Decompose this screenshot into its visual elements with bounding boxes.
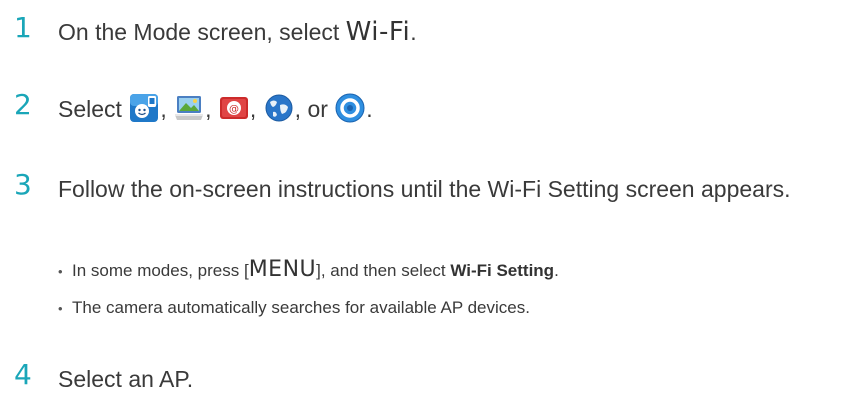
step-text: Select an AP. [58, 366, 194, 392]
email-icon: @ [219, 97, 248, 119]
step-3: 3 Follow the on-screen instructions unti… [14, 170, 838, 208]
step-text: On the Mode screen, select Wi-Fi. [58, 13, 417, 51]
step-text-suffix: . [410, 19, 417, 45]
wifi-setting-label: Wi-Fi Setting [450, 261, 555, 280]
list-item: The camera automatically searches for av… [58, 293, 559, 331]
step-number: 1 [14, 11, 32, 44]
step-1: 1 On the Mode screen, select Wi-Fi. [14, 13, 417, 51]
mobilelink-icon [130, 94, 159, 122]
remote-viewfinder-icon [175, 96, 204, 120]
step-2: 2 Select , , @ , , or . [14, 90, 373, 128]
step-number: 2 [14, 88, 32, 121]
step-text: Follow the on-screen instructions until … [58, 176, 791, 202]
menu-button-label: MENU [248, 257, 317, 282]
wifi-mode-keyword: Wi-Fi [345, 17, 411, 47]
step-3-notes: In some modes, press [MENU], and then se… [58, 255, 559, 331]
step-text: Select , , @ , , or . [58, 90, 373, 128]
step-4: 4 Select an AP. [14, 360, 193, 398]
step-text-suffix: . [366, 96, 373, 122]
step-number: 3 [14, 168, 32, 201]
step-text-prefix: On the Mode screen, select [58, 19, 346, 45]
step-number: 4 [14, 358, 32, 391]
list-item: In some modes, press [MENU], and then se… [58, 255, 559, 293]
step-text-prefix: Select [58, 96, 129, 122]
svg-text:@: @ [229, 104, 239, 115]
sns-cloud-icon [265, 94, 293, 122]
allshare-play-icon [335, 93, 365, 123]
